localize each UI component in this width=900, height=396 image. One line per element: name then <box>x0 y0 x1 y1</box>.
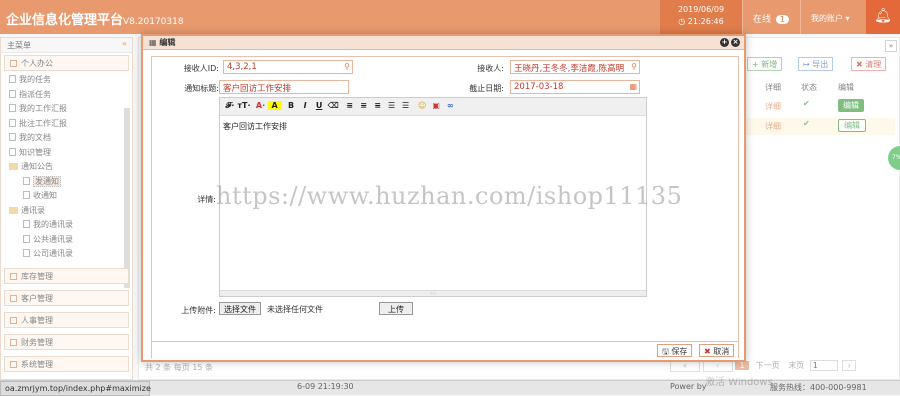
bell-icon[interactable]: 🔔︎ <box>866 0 900 34</box>
hotline: 服务热线：400-000-9981 <box>770 383 867 392</box>
search-icon[interactable]: ⚲ <box>344 62 350 71</box>
editor-resize-handle[interactable]: ⋯ <box>220 290 646 297</box>
emoticon-icon[interactable]: ☺ <box>415 101 429 110</box>
recv-field[interactable]: 王晓丹,王冬冬,李洁霞,陈高明 ⚲ <box>510 60 640 74</box>
current-date: 2019/06/09 <box>677 5 725 14</box>
datetime-box: 2019/06/09 ◷ 21:26:46 <box>660 0 742 34</box>
underline-icon[interactable]: U <box>312 101 326 110</box>
bold-icon[interactable]: B <box>284 101 298 110</box>
grid-icon: ▦ <box>149 38 160 47</box>
footer-datetime: 6-09 21:19:30 <box>297 382 354 391</box>
editor-toolbar: 𝓕· тT· A· A B I U ⌫ ≡ ≡ ≡ ☰ ☰ ☺ ▣ ∞ <box>220 98 646 116</box>
align-right-icon[interactable]: ≡ <box>371 101 385 110</box>
brand-title: 企业信息化管理平台V8.20170318 <box>6 13 184 28</box>
image-icon[interactable]: ▣ <box>429 101 443 110</box>
unordered-list-icon[interactable]: ☰ <box>399 101 413 110</box>
powered-by: Power by <box>670 382 707 391</box>
save-icon: 🖫︎ <box>662 347 672 356</box>
ordered-list-icon[interactable]: ☰ <box>385 101 399 110</box>
deadline-label: 截止日期: <box>469 84 504 93</box>
choose-file-button[interactable]: 选择文件 <box>219 302 261 315</box>
online-users[interactable]: 在线 1 <box>742 0 800 34</box>
current-time: ◷ 21:26:46 <box>678 17 724 26</box>
clock-icon: ◷ <box>678 17 688 26</box>
upload-button[interactable]: 上传 <box>379 302 413 315</box>
italic-icon[interactable]: I <box>298 101 312 110</box>
align-center-icon[interactable]: ≡ <box>357 101 371 110</box>
no-file-text: 未选择任何文件 <box>267 305 323 314</box>
highlight-icon[interactable]: A <box>267 101 282 110</box>
font-color-icon[interactable]: A· <box>254 101 268 110</box>
detail-label: 详情: <box>197 195 216 204</box>
font-size-icon[interactable]: тT· <box>237 101 251 110</box>
search-icon[interactable]: ⚲ <box>631 62 637 71</box>
caret-down-icon: ▾ <box>845 14 850 23</box>
subject-label: 通知标题: <box>184 84 219 93</box>
status-url: oa.zmrjym.top/index.php#maximize <box>0 381 151 396</box>
recv-label: 接收人: <box>477 64 504 73</box>
attach-label: 上传附件: <box>181 306 216 315</box>
top-bar: 企业信息化管理平台V8.20170318 2019/06/09 ◷ 21:26:… <box>0 0 900 34</box>
dialog-header: ▦ 编辑 + × <box>143 36 744 50</box>
close-icon: ✖ <box>704 347 714 356</box>
font-family-icon[interactable]: 𝓕· <box>223 101 237 111</box>
dialog-controls: + × <box>718 37 740 47</box>
account-menu[interactable]: 我的账户 ▾ <box>800 0 866 34</box>
save-button[interactable]: 🖫︎ 保存 <box>657 344 693 357</box>
recv-id-field[interactable]: 4,3,2,1 ⚲ <box>223 60 353 74</box>
online-count-badge: 1 <box>775 15 789 24</box>
calendar-icon[interactable]: ▦ <box>629 82 637 91</box>
dialog-title: 编辑 <box>159 38 176 47</box>
maximize-icon[interactable]: + <box>720 38 729 47</box>
cancel-button[interactable]: ✖ 取消 <box>699 344 735 357</box>
close-icon[interactable]: × <box>731 38 740 47</box>
watermark-text: https://www.huzhan.com/ishop11135 <box>216 182 683 210</box>
eraser-icon[interactable]: ⌫ <box>326 101 340 110</box>
deadline-field[interactable]: 2017-03-18 ▦ <box>510 80 640 94</box>
align-left-icon[interactable]: ≡ <box>343 101 357 110</box>
link-icon[interactable]: ∞ <box>443 101 457 110</box>
subject-field[interactable]: 客户回访工作安排 <box>219 80 349 94</box>
recv-id-label: 接收人ID: <box>183 64 219 73</box>
editor-content[interactable]: 客户回访工作安排 <box>220 116 646 137</box>
dialog-footer: 🖫︎ 保存 ✖ 取消 <box>152 341 738 358</box>
